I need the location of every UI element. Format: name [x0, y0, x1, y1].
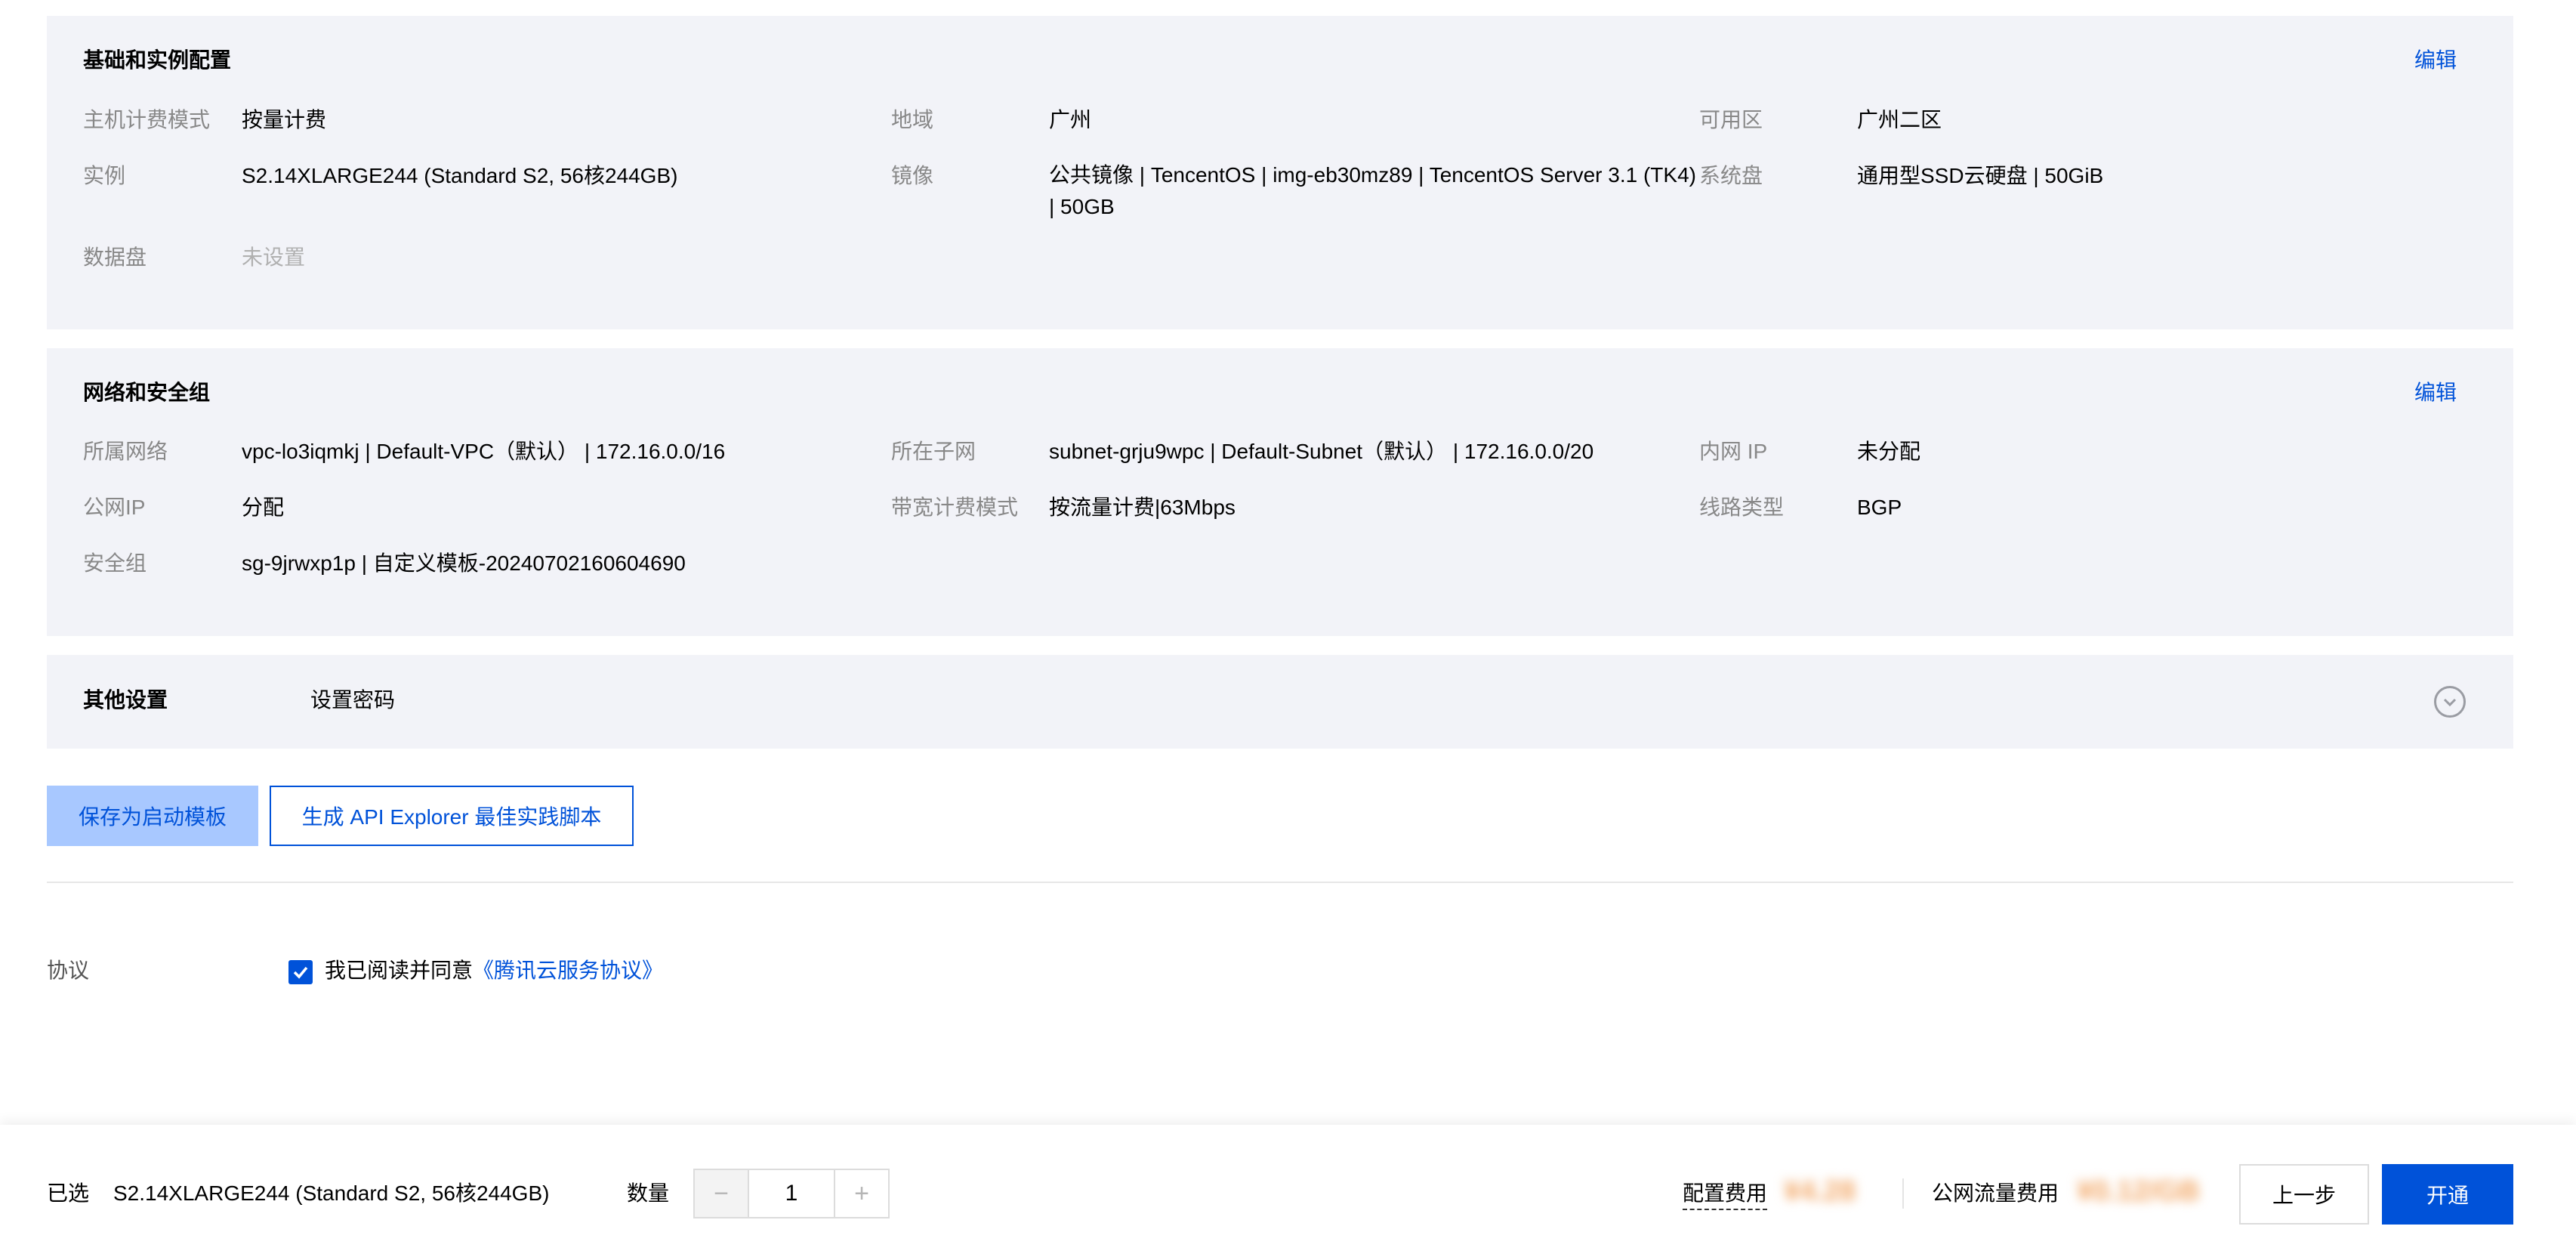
- basic-config-panel: 基础和实例配置 编辑 主机计费模式 按量计费 地域 广州 可用区 广州二区 实例…: [47, 16, 2513, 329]
- data-disk-label: 数据盘: [83, 246, 147, 269]
- network-security-title: 网络和安全组: [83, 381, 211, 404]
- network-security-edit-link[interactable]: 编辑: [2414, 379, 2457, 406]
- quantity-label: 数量: [627, 1181, 670, 1205]
- private-ip-label: 内网 IP: [1699, 440, 1768, 463]
- save-as-template-button[interactable]: 保存为启动模板: [47, 786, 258, 846]
- basic-config-title: 基础和实例配置: [83, 48, 232, 72]
- zone-label: 可用区: [1699, 108, 1763, 131]
- system-disk-value: 通用型SSD云硬盘 | 50GiB: [1857, 164, 2104, 187]
- selected-instance-value: S2.14XLARGE244 (Standard S2, 56核244GB): [113, 1181, 550, 1205]
- agreement-text-prefix: 我已阅读并同意: [325, 959, 474, 982]
- chevron-down-circle-icon[interactable]: [2434, 686, 2466, 718]
- line-type-label: 线路类型: [1699, 496, 1785, 519]
- security-group-label: 安全组: [83, 551, 147, 575]
- fee-separator: [1902, 1178, 1904, 1209]
- system-disk-label: 系统盘: [1699, 164, 1763, 187]
- traffic-fee-value: ¥0.12/GB: [2077, 1175, 2200, 1207]
- basic-config-edit-link[interactable]: 编辑: [2414, 47, 2457, 74]
- service-agreement-link[interactable]: 《腾讯云服务协议》: [473, 959, 663, 982]
- bandwidth-label: 带宽计费模式: [891, 496, 1019, 519]
- divider: [47, 882, 2513, 883]
- config-fee-value: ¥4.28: [1784, 1175, 1856, 1207]
- quantity-minus-button[interactable]: −: [695, 1170, 749, 1217]
- data-disk-value: 未设置: [242, 246, 306, 269]
- vpc-label: 所属网络: [83, 440, 168, 463]
- image-label: 镜像: [891, 164, 934, 187]
- region-label: 地域: [891, 108, 934, 131]
- quantity-plus-button[interactable]: +: [834, 1170, 888, 1217]
- quantity-input[interactable]: [749, 1170, 834, 1217]
- line-type-value: BGP: [1857, 496, 1902, 519]
- network-security-panel: 网络和安全组 编辑 所属网络 vpc-lo3iqmkj | Default-VP…: [47, 348, 2513, 636]
- public-ip-value: 分配: [242, 496, 285, 519]
- other-settings-summary: 设置密码: [310, 688, 396, 712]
- agreement-text: 我已阅读并同意《腾讯云服务协议》: [325, 957, 663, 984]
- bandwidth-value: 按流量计费|63Mbps: [1049, 496, 1236, 519]
- quantity-stepper[interactable]: − +: [693, 1169, 890, 1218]
- api-explorer-script-button[interactable]: 生成 API Explorer 最佳实践脚本: [270, 786, 634, 846]
- subnet-value: subnet-grju9wpc | Default-Subnet（默认） | 1…: [1049, 440, 1594, 463]
- selected-label: 已选: [47, 1181, 90, 1205]
- agreement-label: 协议: [47, 959, 90, 982]
- billing-mode-value: 按量计费: [242, 108, 327, 131]
- activate-button[interactable]: 开通: [2382, 1164, 2513, 1225]
- vpc-value: vpc-lo3iqmkj | Default-VPC（默认） | 172.16.…: [242, 440, 726, 463]
- billing-mode-label: 主机计费模式: [83, 108, 211, 131]
- other-settings-title: 其他设置: [83, 688, 168, 712]
- public-ip-label: 公网IP: [83, 496, 146, 519]
- previous-step-button[interactable]: 上一步: [2239, 1164, 2369, 1225]
- security-group-value: sg-9jrwxp1p | 自定义模板-20240702160604690: [242, 551, 686, 575]
- zone-value: 广州二区: [1857, 108, 1942, 131]
- traffic-fee-label: 公网流量费用: [1932, 1181, 2059, 1205]
- config-fee-label[interactable]: 配置费用: [1683, 1180, 1768, 1211]
- image-value: 公共镜像 | TencentOS | img-eb30mz89 | Tencen…: [1049, 163, 1696, 218]
- region-value: 广州: [1049, 108, 1092, 131]
- other-settings-panel[interactable]: 其他设置 设置密码: [47, 655, 2513, 749]
- subnet-label: 所在子网: [891, 440, 976, 463]
- private-ip-value: 未分配: [1857, 440, 1921, 463]
- instance-value: S2.14XLARGE244 (Standard S2, 56核244GB): [242, 164, 678, 187]
- instance-label: 实例: [83, 164, 126, 187]
- agreement-checkbox[interactable]: [288, 960, 313, 984]
